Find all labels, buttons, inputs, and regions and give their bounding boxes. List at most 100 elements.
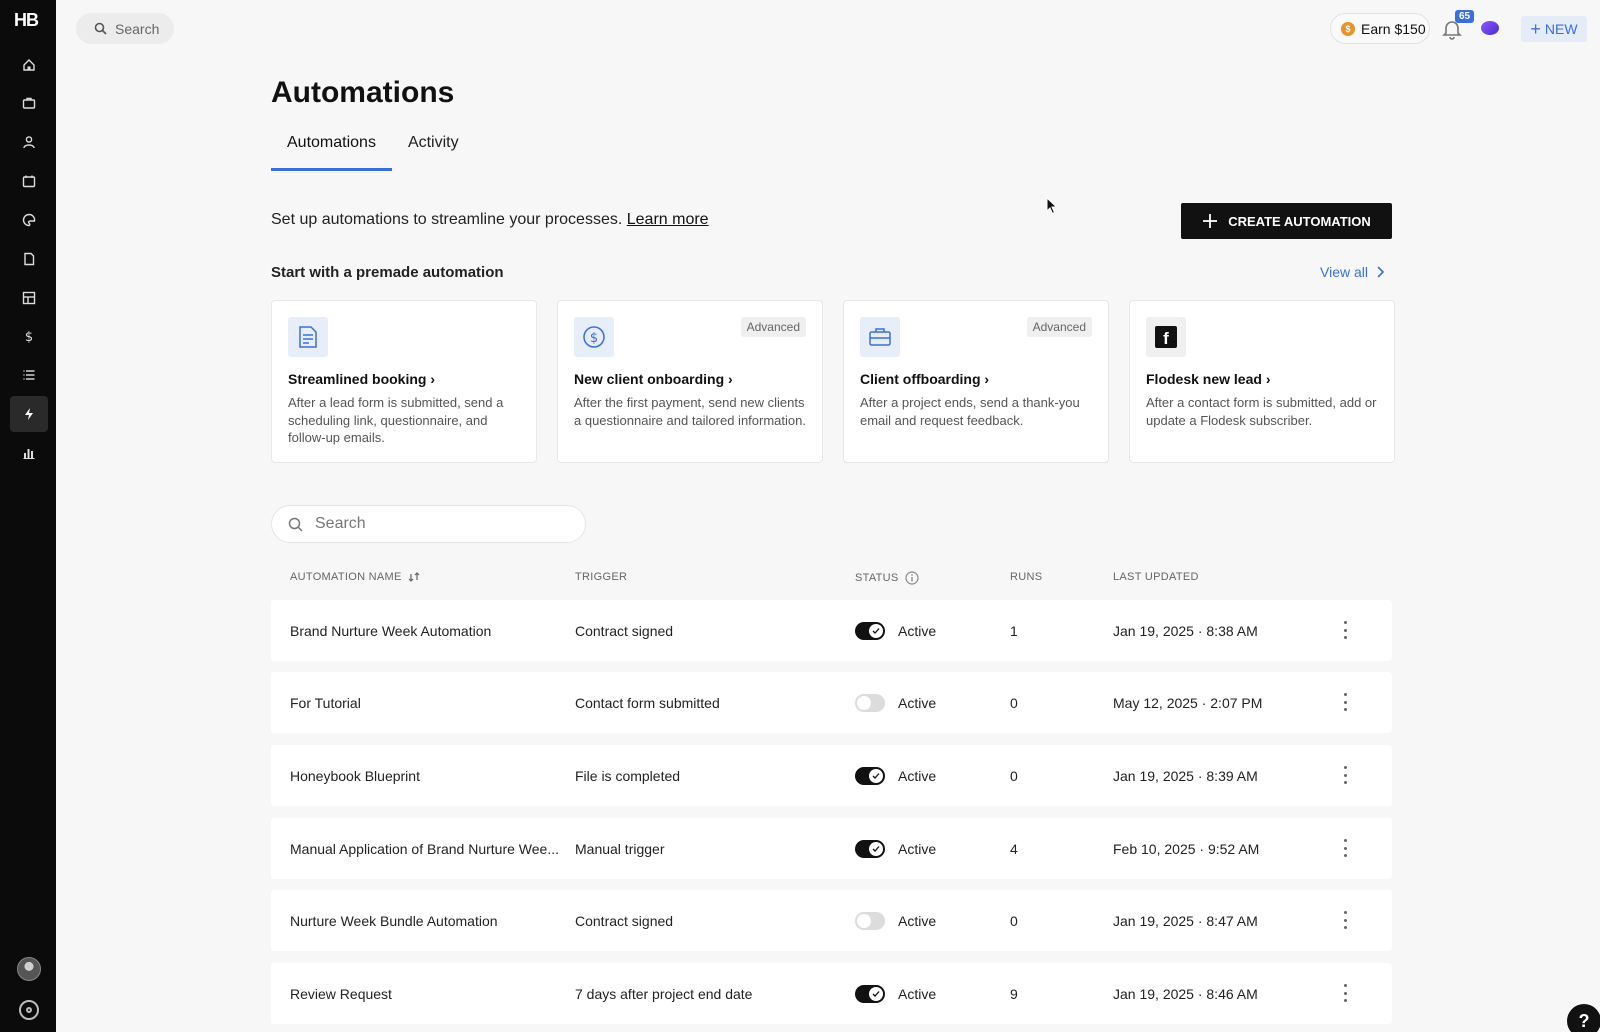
advanced-badge: Advanced (1026, 317, 1092, 337)
palette-icon (22, 213, 36, 227)
automation-trigger: 7 days after project end date (575, 985, 753, 1002)
status-label: Active (898, 622, 937, 639)
header-status: STATUS (855, 571, 919, 585)
briefcase-icon (22, 97, 36, 109)
more-options-icon[interactable] (1342, 982, 1348, 1004)
create-automation-button[interactable]: CREATE AUTOMATION (1181, 203, 1392, 239)
table-row[interactable]: Nurture Week Bundle Automation Contract … (271, 890, 1392, 951)
learn-more-link[interactable]: Learn more (627, 211, 709, 228)
automation-name: Review Request (290, 985, 392, 1002)
status-toggle[interactable] (855, 984, 885, 1003)
new-button[interactable]: + NEW (1521, 16, 1587, 42)
user-icon (23, 136, 35, 149)
last-updated: Jan 19, 2025 · 8:39 AM (1113, 767, 1258, 784)
calendar-icon (22, 175, 36, 188)
view-all-link[interactable]: View all (1320, 264, 1384, 280)
intro-description: Set up automations to streamline your pr… (271, 211, 623, 228)
more-options-icon[interactable] (1342, 619, 1348, 641)
sidebar-item-reports[interactable] (10, 435, 48, 471)
honeybook-logo[interactable]: HB (14, 10, 39, 31)
check-icon (872, 772, 880, 779)
header-runs: RUNS (1010, 571, 1043, 583)
premade-card-new-client-onboarding[interactable]: $ Advanced New client onboarding › After… (557, 300, 823, 463)
status-label: Active (898, 694, 937, 711)
avatar[interactable] (17, 957, 41, 981)
status-toggle[interactable] (855, 693, 885, 712)
table-row[interactable]: Brand Nurture Week Automation Contract s… (271, 600, 1392, 661)
sidebar-item-home[interactable] (10, 47, 48, 83)
automation-search-input[interactable]: Search (271, 505, 586, 543)
header-last-updated: LAST UPDATED (1113, 571, 1199, 583)
automation-name: For Tutorial (290, 694, 361, 711)
dollar-icon: $ (25, 330, 33, 343)
card-description: After a project ends, send a thank-you e… (860, 395, 1080, 428)
status-toggle[interactable] (855, 911, 885, 930)
status-toggle[interactable] (855, 621, 885, 640)
premade-card-flodesk-new-lead[interactable]: f Flodesk new lead › After a contact for… (1129, 300, 1395, 463)
status-label: Active (898, 985, 937, 1002)
search-placeholder: Search (315, 515, 366, 532)
last-updated: May 12, 2025 · 2:07 PM (1113, 694, 1263, 711)
sidebar-item-automations[interactable] (10, 396, 48, 432)
card-title: Client offboarding › (860, 371, 990, 387)
sort-icon (408, 572, 420, 582)
sidebar-item-calendar[interactable] (10, 163, 48, 199)
help-button[interactable]: ? (1567, 1004, 1600, 1032)
sidebar-item-templates[interactable] (10, 280, 48, 316)
card-title: Streamlined booking › (288, 371, 436, 387)
sidebar-item-brand[interactable] (10, 202, 48, 238)
sidebar-item-projects[interactable] (10, 85, 48, 121)
card-description: After a lead form is submitted, send a s… (288, 395, 504, 445)
premade-card-streamlined-booking[interactable]: Streamlined booking › After a lead form … (271, 300, 537, 463)
sidebar-item-files[interactable] (10, 241, 48, 277)
support-icon[interactable] (19, 1000, 39, 1020)
sidebar: HB $ (0, 0, 56, 1032)
earn-referral-button[interactable]: $ Earn $150 (1330, 13, 1430, 44)
sidebar-item-finance[interactable]: $ (10, 318, 48, 354)
more-options-icon[interactable] (1342, 909, 1348, 931)
table-row[interactable]: Honeybook Blueprint File is completed Ac… (271, 745, 1392, 806)
status-cell: Active (855, 890, 936, 951)
more-options-icon[interactable] (1342, 764, 1348, 786)
table-row[interactable]: For Tutorial Contact form submitted Acti… (271, 672, 1392, 733)
card-title: Flodesk new lead › (1146, 371, 1271, 387)
runs-count: 0 (1010, 767, 1018, 784)
sidebar-item-contacts[interactable] (10, 124, 48, 160)
check-icon (872, 845, 880, 852)
global-search[interactable]: Search (76, 13, 174, 44)
check-icon (872, 627, 880, 634)
ai-assistant-icon[interactable] (1481, 21, 1499, 35)
card-description: After a contact form is submitted, add o… (1146, 395, 1377, 428)
coin-icon: $ (1341, 21, 1355, 36)
sidebar-item-tasks[interactable] (10, 357, 48, 393)
status-toggle[interactable] (855, 766, 885, 785)
mouse-cursor-icon (1046, 197, 1058, 215)
template-icon (22, 291, 36, 305)
tab-activity[interactable]: Activity (392, 134, 475, 171)
automation-name: Nurture Week Bundle Automation (290, 912, 498, 929)
info-icon[interactable] (904, 571, 919, 585)
premade-cards: Streamlined booking › After a lead form … (271, 300, 1395, 463)
new-button-label: NEW (1544, 21, 1578, 37)
more-options-icon[interactable] (1342, 837, 1348, 859)
search-icon (288, 517, 303, 532)
table-row[interactable]: Review Request 7 days after project end … (271, 963, 1392, 1024)
status-label: Active (898, 840, 937, 857)
check-icon (872, 990, 880, 997)
automation-trigger: Contract signed (575, 912, 674, 929)
table-row[interactable]: Manual Application of Brand Nurture Wee.… (271, 818, 1392, 879)
runs-count: 1 (1010, 622, 1018, 639)
last-updated: Jan 19, 2025 · 8:47 AM (1113, 912, 1258, 929)
more-options-icon[interactable] (1342, 691, 1348, 713)
svg-text:$: $ (590, 331, 598, 346)
header-automation-name[interactable]: AUTOMATION NAME (290, 571, 420, 583)
premade-card-client-offboarding[interactable]: Advanced Client offboarding › After a pr… (843, 300, 1109, 463)
card-description: After the first payment, send new client… (574, 395, 806, 428)
status-cell: Active (855, 963, 936, 1024)
last-updated: Jan 19, 2025 · 8:38 AM (1113, 622, 1258, 639)
search-icon (94, 22, 107, 35)
automation-trigger: Manual trigger (575, 840, 665, 857)
tab-automations[interactable]: Automations (271, 134, 392, 171)
status-label: Active (898, 767, 937, 784)
status-toggle[interactable] (855, 839, 885, 858)
